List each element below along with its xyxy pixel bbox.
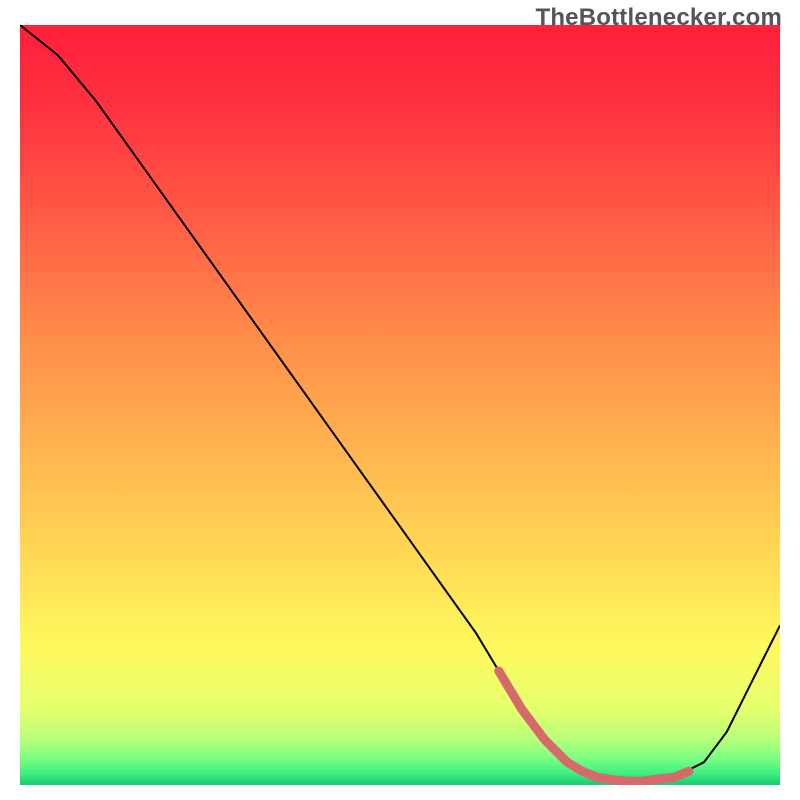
chart-container: TheBottlenecker.com — [0, 0, 800, 800]
plot-area — [20, 25, 780, 785]
background-gradient — [20, 25, 780, 785]
watermark-text: TheBottlenecker.com — [535, 4, 782, 32]
plot-svg — [20, 25, 780, 785]
